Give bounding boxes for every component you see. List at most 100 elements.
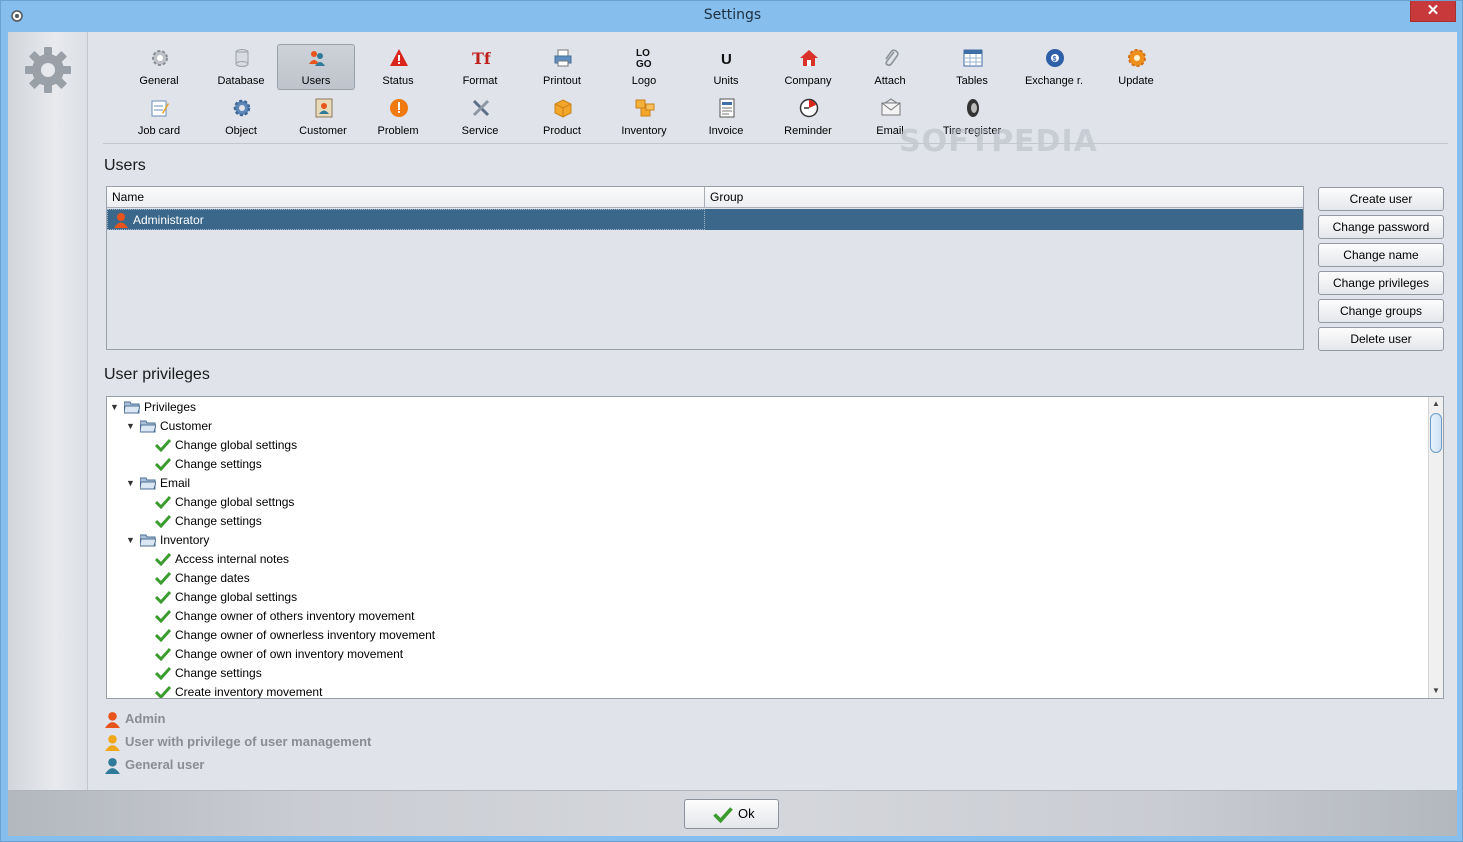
users-table[interactable]: Name Group Administrator [106,186,1304,350]
tab-printout[interactable]: Printout [523,44,601,90]
checkmark-icon [155,438,171,452]
tab-invoice[interactable]: Invoice [687,94,765,140]
tab-attach[interactable]: Attach [851,44,929,90]
tab-problem[interactable]: Problem [359,94,437,140]
tab-units[interactable]: U Units [687,44,765,90]
users-icon [307,48,327,68]
column-header-name[interactable]: Name [107,187,705,208]
exchange-icon: $ [1045,48,1065,68]
svg-text:GO: GO [636,59,652,69]
tab-users[interactable]: Users [277,44,355,90]
tab-company[interactable]: Company [769,44,847,90]
tab-logo[interactable]: LO GO Logo [605,44,683,90]
checkmark-icon [155,590,171,604]
gear-icon [150,48,170,68]
settings-toolbar: General Database Users Status Tf Format [103,42,1453,142]
table-header: Name Group [107,187,1303,208]
column-header-group[interactable]: Group [705,187,1303,208]
checkmark-icon [155,552,171,566]
svg-text:LO: LO [636,48,650,59]
change-name-button[interactable]: Change name [1318,243,1444,267]
user-group-cell[interactable] [705,209,1303,230]
tab-object[interactable]: Object [202,94,280,140]
envelope-icon [881,98,901,118]
tab-status[interactable]: Status [359,44,437,90]
tab-general[interactable]: General [120,44,198,90]
tab-database[interactable]: Database [202,44,280,90]
expand-arrow-icon[interactable]: ▼ [110,398,119,417]
tree-label: Customer [160,419,213,433]
tree-label: Change owner of others inventory movemen… [175,609,415,623]
checkmark-icon [155,514,171,528]
create-user-button[interactable]: Create user [1318,187,1444,211]
users-section-title: Users [104,157,146,174]
privileges-tree[interactable]: ▼ Privileges ▼ Customer Change global se… [106,396,1444,699]
tab-product[interactable]: Product [523,94,601,140]
watermark: SOFTPEDIA [899,124,1098,159]
tab-customer[interactable]: Customer [284,94,362,140]
tab-inventory[interactable]: Inventory [605,94,683,140]
tire-icon [963,98,983,118]
delete-user-button[interactable]: Delete user [1318,327,1444,351]
tree-label: Privileges [144,400,197,414]
tab-reminder[interactable]: Reminder [769,94,847,140]
general-user-icon [105,758,120,774]
tree-label: Change owner of own inventory movement [175,647,404,661]
checkmark-icon [155,571,171,585]
tree-label: Change settings [175,457,262,471]
tab-label: Attach [874,75,906,87]
tab-exchange[interactable]: $ Exchange r. [1015,44,1093,90]
checkmark-icon [155,495,171,509]
folder-open-icon [140,534,156,547]
tab-label: Exchange r. [1024,75,1084,87]
legend-label: Admin [125,711,166,726]
box-icon [553,98,573,118]
dialog-footer: Ok [8,790,1457,836]
boxes-icon [635,98,655,118]
scrollbar-thumb[interactable] [1430,413,1442,453]
invoice-icon [717,98,737,118]
sidebar [8,32,88,790]
database-icon [232,48,252,68]
expand-arrow-icon[interactable]: ▼ [126,417,135,436]
expand-arrow-icon[interactable]: ▼ [126,531,135,550]
tree-label: Change settings [175,514,262,528]
tree-label: Change global settings [175,590,298,604]
house-icon [799,48,819,68]
svg-text:Tf: Tf [472,49,491,68]
tab-label: Company [784,75,832,87]
privileges-section-title: User privileges [104,366,210,383]
change-groups-button[interactable]: Change groups [1318,299,1444,323]
expand-arrow-icon[interactable]: ▼ [126,474,135,493]
tab-label: Database [217,75,265,87]
tab-format[interactable]: Tf Format [441,44,519,90]
checkmark-icon [155,666,171,680]
tab-update[interactable]: Update [1097,44,1175,90]
tab-label: General [139,75,179,87]
problem-icon [389,98,409,118]
tree-label: Access internal notes [175,552,290,566]
table-row[interactable]: Administrator [107,209,1303,230]
checkmark-icon [713,807,733,823]
folder-open-icon [140,420,156,433]
scroll-down-icon[interactable]: ▼ [1429,684,1443,698]
tab-label: Customer [299,125,347,137]
scroll-up-icon[interactable]: ▲ [1429,397,1443,411]
svg-text:U: U [721,51,732,68]
tab-service[interactable]: Service [441,94,519,140]
tab-label: Status [382,75,414,87]
change-password-button[interactable]: Change password [1318,215,1444,239]
tree-label: Change dates [175,571,250,585]
tab-job-card[interactable]: Job card [120,94,198,140]
tab-tables[interactable]: Tables [933,44,1011,90]
tree-scrollbar[interactable]: ▲ ▼ [1428,397,1443,698]
cog-icon [232,98,252,118]
user-name: Administrator [133,213,204,227]
table-icon [963,48,983,68]
tab-label: Update [1118,75,1154,87]
user-name-cell[interactable]: Administrator [107,209,705,230]
close-button[interactable]: ✕ [1410,1,1456,22]
ok-button[interactable]: Ok [684,799,779,829]
change-privileges-button[interactable]: Change privileges [1318,271,1444,295]
ok-label: Ok [738,806,755,821]
